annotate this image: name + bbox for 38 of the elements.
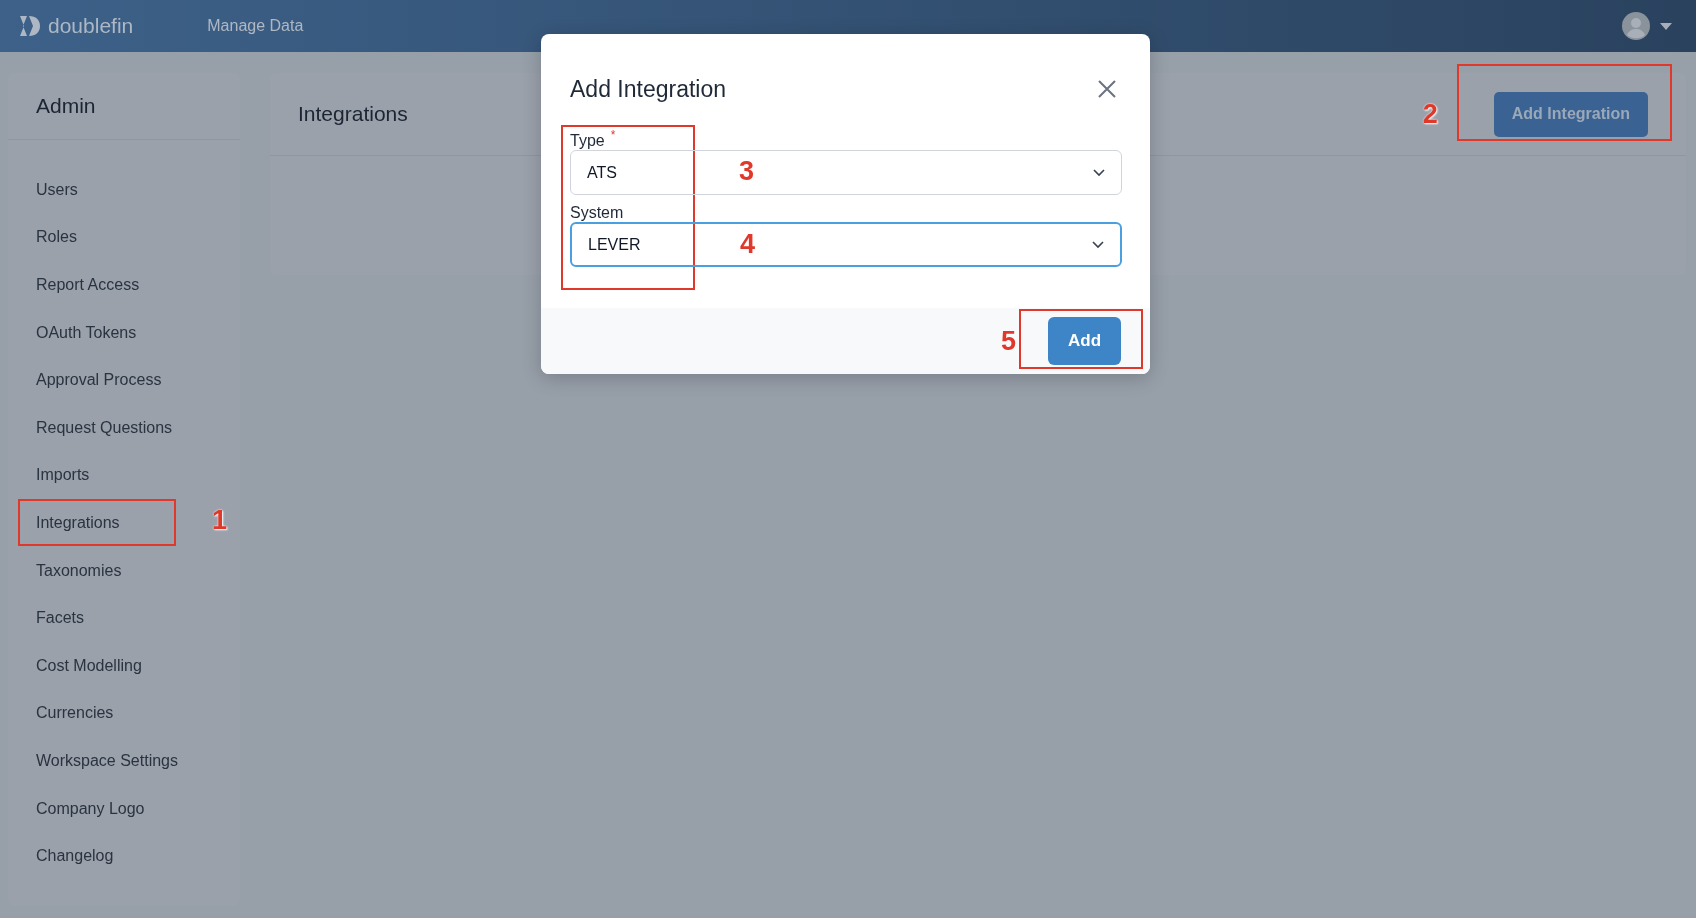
avatar-icon[interactable] [1622, 12, 1650, 40]
logo-text: doublefin [48, 14, 134, 38]
required-mark: * [610, 128, 616, 142]
step-number: 3 [739, 156, 755, 187]
field-label: System [570, 204, 624, 222]
page-title: Integrations [298, 102, 408, 126]
step-number: 2 [1422, 98, 1438, 130]
select-field[interactable]: ATS 3 [570, 150, 1122, 195]
add-integration-button[interactable]: Add Integration [1493, 91, 1648, 137]
sidebar-item[interactable]: Imports [36, 466, 90, 485]
select-field[interactable]: LEVER 4 [570, 222, 1122, 267]
close-icon[interactable] [1098, 80, 1116, 98]
sidebar-item[interactable]: Company Logo [36, 799, 145, 818]
chevron-down-icon [1093, 168, 1105, 177]
nav-link[interactable]: Manage Data [207, 17, 304, 35]
field-label: Type [570, 132, 605, 150]
logo-icon [18, 14, 42, 38]
sidebar-item[interactable]: OAuth Tokens [36, 323, 137, 342]
sidebar-item[interactable]: Integrations [36, 513, 120, 532]
step-number: 1 [212, 505, 228, 537]
sidebar-item[interactable]: Workspace Settings [36, 751, 178, 770]
add-button[interactable]: Add [1048, 317, 1121, 365]
dialog-title: Add Integration [570, 75, 726, 103]
chevron-down-icon [1092, 240, 1104, 249]
sidebar-item[interactable]: Request Questions [36, 418, 173, 437]
sidebar-item[interactable]: Users [36, 180, 78, 199]
sidebar-title: Admin [36, 94, 96, 118]
step-number: 4 [740, 229, 756, 260]
sidebar-item[interactable]: Taxonomies [36, 561, 122, 580]
sidebar-item[interactable]: Currencies [36, 704, 114, 723]
sidebar-item[interactable]: Facets [36, 609, 84, 628]
sidebar-item[interactable]: Roles [36, 228, 77, 247]
step-number: 5 [1000, 325, 1016, 357]
sidebar-item[interactable]: Changelog [36, 847, 114, 866]
sidebar-item[interactable]: Report Access [36, 276, 140, 294]
sidebar-item[interactable]: Cost Modelling [36, 656, 142, 675]
sidebar-item[interactable]: Approval Process [36, 371, 162, 390]
caret-icon[interactable] [1660, 22, 1672, 30]
